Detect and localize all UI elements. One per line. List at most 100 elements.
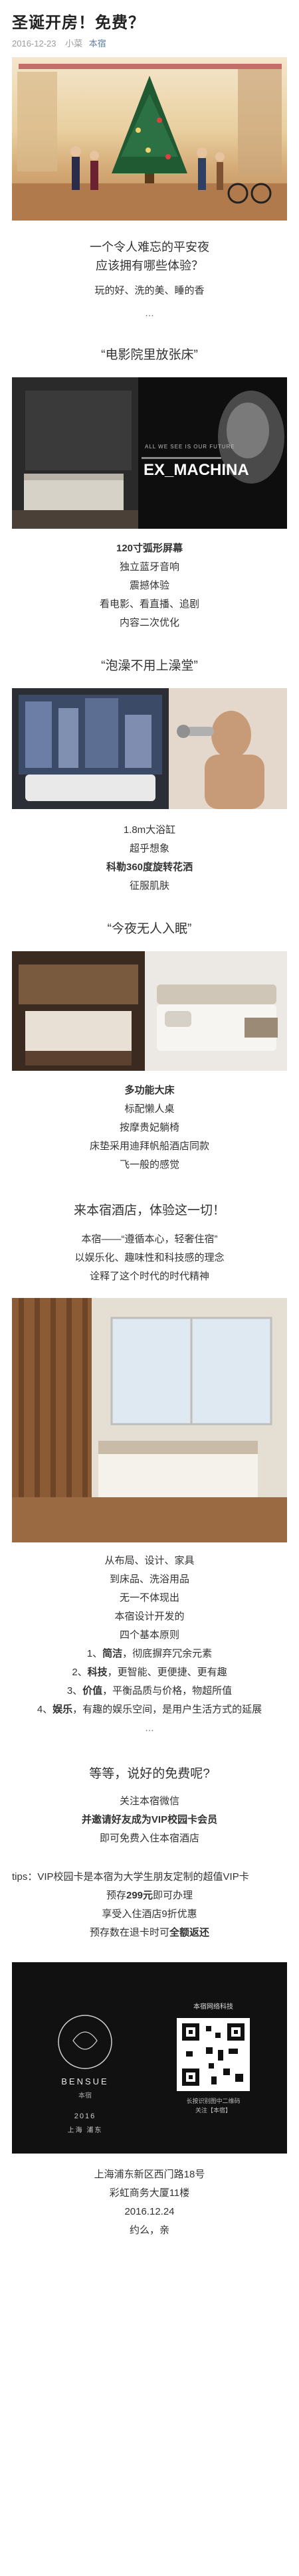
principle-2: 2、科技，更智能、更便捷、更有趣 — [0, 1663, 299, 1682]
tips-line-2: 预存299元即可办理 — [0, 1886, 299, 1905]
principle-3-desc: ，平衡品质与价格，物超所值 — [102, 1685, 233, 1697]
principles-intro-3: 无一不体现出 — [119, 1592, 179, 1604]
bed-feature-2: 标配懒人桌 — [124, 1103, 175, 1115]
intro-dots: … — [145, 308, 154, 318]
tips-line-2-post: 即可办理 — [153, 1890, 193, 1901]
tips-line-2-bold: 299元 — [126, 1890, 153, 1901]
principle-3-num: 3、 — [66, 1685, 83, 1697]
free-lines: 关注本宿微信 并邀请好友成为VIP校园卡会员 即可免费入住本宿酒店 — [0, 1792, 299, 1848]
address-block: 上海浦东新区西门路18号 彩虹商务大厦11楼 2016.12.24 约么，亲 — [0, 2165, 299, 2240]
cinema-feature-5: 内容二次优化 — [119, 617, 179, 628]
article-title: 圣诞开房！免费？ — [12, 14, 145, 32]
principle-2-num: 2、 — [72, 1667, 88, 1678]
bath-feature-3: 科勒360度旋转花洒 — [106, 862, 193, 873]
principle-4-desc: ，有趣的娱乐空间，是用户生活方式的延展 — [72, 1704, 262, 1715]
tips-line-2-pre: 预存 — [106, 1890, 126, 1901]
cinema-heading: “电影院里放张床” — [101, 348, 198, 362]
address-line-2: 彩虹商务大厦11楼 — [109, 2187, 190, 2199]
tips-line-3: 享受入住酒店9折优惠 — [102, 1908, 197, 1920]
intro-line-2: 应该拥有哪些体验？ — [96, 259, 203, 272]
intro-line-3: 玩的好、洗的美、睡的香 — [94, 285, 205, 296]
footer-city: 上海 浦东 — [67, 2127, 103, 2134]
account-link[interactable]: 本宿 — [89, 39, 106, 48]
bath-illustration — [12, 688, 287, 809]
principle-1-name: 简洁 — [102, 1648, 123, 1659]
article-author: 小菜 — [65, 39, 83, 48]
principle-4-num: 4、 — [37, 1704, 53, 1715]
hotel-heading-text: 来本宿酒店，体验这一切！ — [73, 1204, 225, 1218]
principles-intro: 从布局、设计、家具 到床品、洗浴用品 无一不体现出 本宿设计开发的 四个基本原则 — [0, 1552, 299, 1645]
tips-line-4-bold: 全额返还 — [169, 1927, 210, 1938]
footer-brand-cn: 本宿 — [78, 2092, 92, 2100]
bed-feature-3: 按摩贵妃躺椅 — [119, 1122, 179, 1133]
footer-qr-caption: 长按识别图中二维码 — [186, 2098, 241, 2104]
footer-card: BENSUE 本宿 2016 上海 浦东 本宿网络科技 长按识别图中二维码 关注… — [12, 1962, 287, 2154]
article-page: 圣诞开房！免费？ 2016-12-23 小菜 本宿 一个令人难忘的平安夜 应该拥… — [0, 0, 299, 2576]
address-line-4: 约么，亲 — [129, 2225, 169, 2236]
footer-year: 2016 — [74, 2112, 96, 2120]
bed-features: 多功能大床 标配懒人桌 按摩贵妃躺椅 床垫采用迪拜帆船酒店同款 飞一般的感觉 — [0, 1081, 299, 1174]
christmas-scene-illustration — [12, 64, 287, 221]
tips-line-4-pre: 预存数在退卡时可 — [89, 1927, 169, 1938]
principles-intro-4: 本宿设计开发的 — [114, 1611, 185, 1622]
principle-3-name: 价值 — [82, 1685, 103, 1697]
hotel-heading: 来本宿酒店，体验这一切！ — [0, 1201, 299, 1221]
free-heading: 等等，说好的免费呢? — [89, 1767, 210, 1781]
hotel-intro-3: 诠释了这个时代的时代精神 — [89, 1271, 209, 1282]
hotel-intro-2: 以娱乐化、趣味性和科技感的理念 — [74, 1252, 225, 1263]
cinema-feature-1: 120寸弧形屏幕 — [116, 543, 183, 554]
cinema-room-image: ALL WE SEE IS OUR FUTURE EX_MACHINA — [12, 377, 287, 529]
bath-feature-1: 1.8m大浴缸 — [123, 824, 176, 836]
bed-images — [12, 951, 287, 1071]
bed-feature-5: 飞一般的感觉 — [119, 1159, 179, 1170]
free-line-3: 即可免费入住本宿酒店 — [99, 1833, 199, 1844]
intro-line-1: 一个令人难忘的平安夜 — [90, 240, 209, 254]
cinema-room-illustration — [12, 377, 287, 529]
free-line-1: 关注本宿微信 — [119, 1795, 179, 1807]
principles-list: 1、简洁，彻底摒弃冗余元素 2、科技，更智能、更便捷、更有趣 3、价值，平衡品质… — [0, 1645, 299, 1736]
poster-title: EX_MACHINA — [144, 461, 249, 479]
bath-images — [12, 688, 287, 809]
principle-3: 3、价值，平衡品质与价格，物超所值 — [0, 1682, 299, 1701]
principle-1: 1、简洁，彻底摒弃冗余元素 — [0, 1645, 299, 1663]
christmas-scene-image — [12, 57, 287, 221]
tips-line-1: tips：VIP校园卡是本宿为大学生朋友定制的超值VIP卡 — [12, 1871, 249, 1883]
tips-block: tips：VIP校园卡是本宿为大学生朋友定制的超值VIP卡 预存299元即可办理… — [0, 1868, 299, 1942]
bed-feature-1: 多功能大床 — [124, 1085, 175, 1096]
principle-1-num: 1、 — [86, 1648, 103, 1659]
principles-intro-1: 从布局、设计、家具 — [104, 1555, 195, 1566]
address-line-3: 2016.12.24 — [124, 2206, 175, 2217]
principles-intro-2: 到床品、洗浴用品 — [109, 1574, 189, 1585]
principle-1-desc: ，彻底摒弃冗余元素 — [122, 1648, 213, 1659]
footer-tech: 本宿网络科技 — [193, 2003, 233, 2011]
intro-block: 一个令人难忘的平安夜 应该拥有哪些体验？ 玩的好、洗的美、睡的香 … — [0, 238, 299, 322]
article-meta: 2016-12-23 小菜 本宿 — [0, 33, 299, 57]
footer-brand: BENSUE — [61, 2076, 109, 2086]
hotel-room-image — [12, 1298, 287, 1542]
bed-illustration — [12, 951, 287, 1071]
cinema-feature-3: 震撼体验 — [129, 580, 169, 591]
poster-tagline: ALL WE SEE IS OUR FUTURE — [145, 444, 235, 450]
principle-4: 4、娱乐，有趣的娱乐空间，是用户生活方式的延展 — [0, 1701, 299, 1719]
free-line-2: 并邀请好友成为VIP校园卡会员 — [81, 1814, 218, 1825]
bath-feature-2: 超乎想象 — [129, 843, 169, 854]
bath-feature-4: 征服肌肤 — [129, 880, 169, 891]
bath-heading: “泡澡不用上澡堂” — [101, 659, 198, 673]
principles-dots: … — [145, 1722, 154, 1733]
hotel-intro: 本宿——“遵循本心，轻奢住宿” 以娱乐化、趣味性和科技感的理念 诠释了这个时代的… — [0, 1230, 299, 1286]
bed-feature-4: 床垫采用迪拜帆船酒店同款 — [89, 1141, 209, 1152]
bed-heading: “今夜无人入眠” — [107, 922, 192, 936]
cinema-feature-2: 独立蓝牙音响 — [119, 561, 179, 573]
cinema-feature-4: 看电影、看直播、追剧 — [99, 598, 199, 610]
principle-4-name: 娱乐 — [52, 1704, 73, 1715]
article-date: 2016-12-23 — [12, 39, 56, 48]
tips-line-4: 预存数在退卡时可全额返还 — [0, 1924, 299, 1942]
address-line-1: 上海浦东新区西门路18号 — [94, 2169, 205, 2180]
footer-follow: 关注【本宿】 — [195, 2107, 231, 2114]
hotel-intro-1: 本宿——“遵循本心，轻奢住宿” — [81, 1234, 218, 1245]
cinema-features: 120寸弧形屏幕 独立蓝牙音响 震撼体验 看电影、看直播、追剧 内容二次优化 — [0, 539, 299, 632]
principles-intro-5: 四个基本原则 — [119, 1629, 179, 1641]
principle-2-name: 科技 — [87, 1667, 108, 1678]
hotel-room-illustration — [12, 1298, 287, 1542]
principle-2-desc: ，更智能、更便捷、更有趣 — [107, 1667, 227, 1678]
